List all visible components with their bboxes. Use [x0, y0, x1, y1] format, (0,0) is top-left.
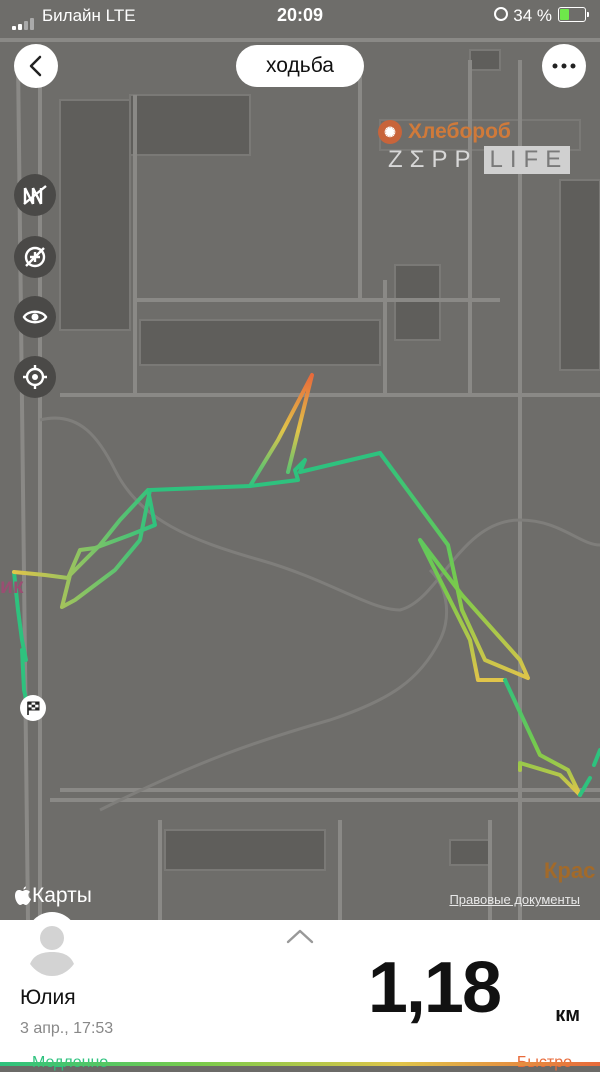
status-time: 20:09 [276, 5, 324, 25]
battery-icon [558, 7, 589, 22]
store-icon: ✺ [378, 120, 402, 144]
more-button[interactable] [542, 44, 586, 88]
map-place-label: ик [0, 575, 24, 598]
avatar[interactable] [24, 912, 80, 976]
legal-link[interactable]: Правовые документы [449, 892, 580, 907]
activity-title: ходьба [236, 45, 364, 87]
distance-unit: км [555, 1004, 580, 1026]
map-view[interactable]: Билайн LTE 20:09 34 % ходьба ✺ Хлебороб … [0, 0, 600, 920]
visibility-button[interactable] [14, 296, 56, 338]
apple-icon [15, 886, 31, 905]
chevron-left-icon [29, 55, 42, 77]
locate-icon [23, 365, 47, 389]
user-name: Юлия [20, 986, 76, 1009]
speed-toggle-button[interactable] [14, 174, 56, 216]
finish-flag-marker[interactable] [20, 695, 46, 721]
speed-toggle-icon [23, 185, 47, 205]
ellipsis-icon [552, 63, 576, 69]
distance-value: 1,18 [367, 948, 502, 1028]
rotation-lock-icon [494, 7, 508, 21]
status-bar: Билайн LTE 20:09 34 % [0, 0, 600, 32]
poi-label[interactable]: ✺ Хлебороб [378, 120, 511, 144]
zepp-life-watermark: ZΣPP LIFE [388, 146, 571, 174]
checkered-flag-icon [27, 701, 40, 715]
activity-date: 3 апр., 17:53 [20, 1020, 114, 1037]
battery-percent: 34 % [513, 6, 552, 25]
back-button[interactable] [14, 44, 58, 88]
speed-gradient-bar [0, 1062, 600, 1066]
map-place-label: Крас [544, 858, 596, 883]
pace-off-icon [24, 246, 46, 268]
eye-icon [22, 310, 48, 324]
locate-button[interactable] [14, 356, 56, 398]
apple-maps-logo: Карты [14, 884, 92, 908]
pace-off-button[interactable] [14, 236, 56, 278]
chevron-up-icon[interactable] [286, 928, 314, 944]
user-placeholder-icon [28, 926, 76, 976]
